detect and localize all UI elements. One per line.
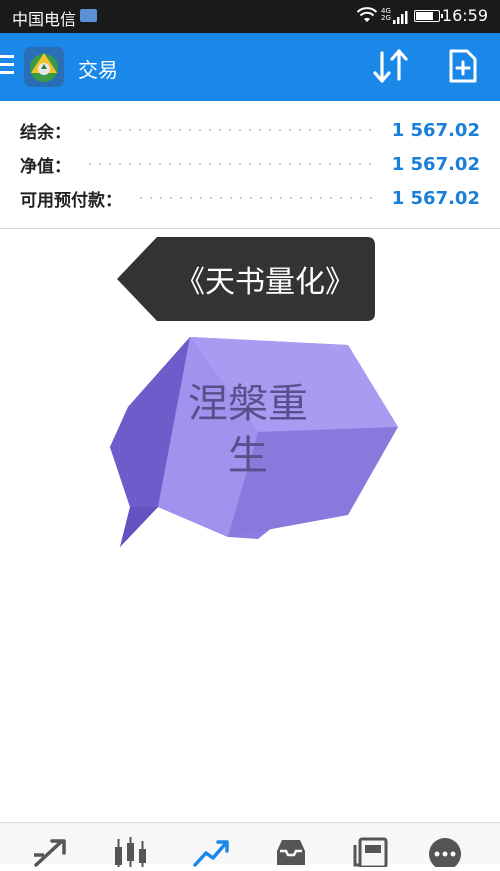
balance-value: 1 567.02 [391, 119, 480, 141]
wifi-icon [356, 6, 378, 28]
account-summary: 结余： 1 567.02 净值： 1 567.02 可用预付款： 1 567.0… [0, 101, 500, 229]
battery-icon [414, 10, 443, 22]
carrier-name: 中国电信 [12, 10, 77, 29]
page-title: 交易 [78, 58, 118, 82]
battery-level [416, 12, 433, 20]
bubble-text-line2: 生 [228, 433, 268, 479]
watermark-tooltip: 《天书量化》 [117, 237, 375, 321]
dotted-leader [136, 196, 378, 200]
app-logo [24, 47, 64, 87]
messages-icon[interactable] [428, 837, 466, 871]
signal-icon [393, 9, 409, 28]
equity-row: 净值： 1 567.02 [20, 147, 480, 181]
bottom-navigation [0, 822, 500, 870]
bubble-text-line1: 涅槃重 [188, 381, 308, 427]
quotes-icon[interactable] [32, 837, 70, 871]
bubble-text: 涅槃重 生 [172, 378, 324, 482]
dotted-leader [85, 162, 378, 166]
balance-label: 结余： [20, 122, 71, 143]
equity-value: 1 567.02 [391, 153, 480, 175]
balance-row: 结余： 1 567.02 [20, 113, 480, 147]
clock: 16:59 [441, 6, 488, 25]
network-type-bottom: 2G [381, 14, 391, 22]
app-bar: 交易 [0, 33, 500, 101]
new-order-icon[interactable] [448, 49, 478, 87]
news-icon[interactable] [352, 837, 390, 871]
tooltip-text: 《天书量化》 [175, 265, 355, 300]
free-margin-value: 1 567.02 [391, 187, 480, 209]
menu-icon[interactable] [0, 55, 16, 77]
dotted-leader [85, 128, 378, 132]
carrier-icon [80, 9, 97, 22]
trade-icon[interactable] [192, 837, 230, 871]
network-type: 4G 2G [381, 8, 391, 22]
free-margin-label: 可用预付款： [20, 190, 122, 211]
chart-icon[interactable] [112, 837, 150, 871]
free-margin-row: 可用预付款： 1 567.02 [20, 181, 480, 215]
history-icon[interactable] [272, 837, 310, 871]
equity-label: 净值： [20, 156, 71, 177]
status-bar: 中国电信 4G 2G 16:59 [0, 0, 500, 33]
sort-icon[interactable] [372, 49, 410, 87]
